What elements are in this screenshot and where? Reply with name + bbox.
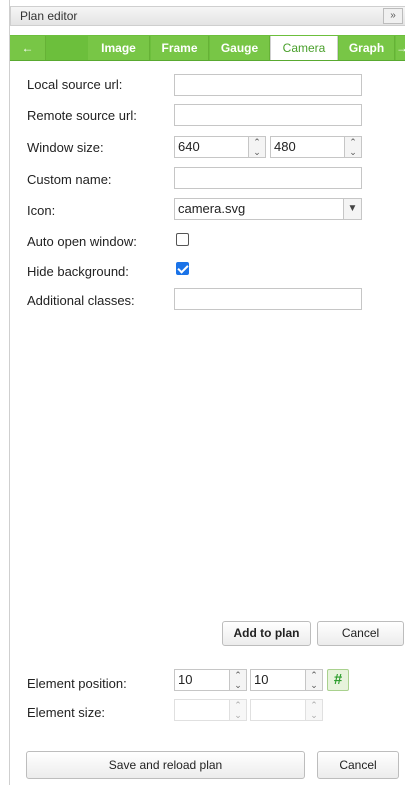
position-y-spin-buttons[interactable]: ⌃ ⌄ [305,670,322,690]
additional-classes-label: Additional classes: [27,293,135,308]
position-y-value: 10 [254,672,269,687]
remote-source-url-label: Remote source url: [27,108,137,123]
window-height-stepper[interactable]: 480 ⌃ ⌄ [270,136,362,158]
spin-down-icon[interactable]: ⌄ [230,680,246,690]
spin-down-icon[interactable]: ⌄ [230,710,246,720]
spin-up-icon[interactable]: ⌃ [249,137,265,147]
local-source-url-label: Local source url: [27,77,123,92]
save-and-reload-plan-button[interactable]: Save and reload plan [26,751,305,779]
spin-up-icon[interactable]: ⌃ [345,137,361,147]
hide-background-checkbox[interactable] [176,262,189,275]
icon-select-value: camera.svg [178,201,246,216]
position-y-stepper[interactable]: 10 ⌃ ⌄ [250,669,323,691]
window-width-stepper[interactable]: 640 ⌃ ⌄ [174,136,266,158]
tab-camera[interactable]: Camera [270,36,338,60]
spin-up-icon[interactable]: ⌃ [306,700,322,710]
custom-name-input[interactable] [174,167,362,189]
element-type-tabs: ← label Image Frame Gauge Camera Graph → [10,35,405,61]
cancel-button[interactable]: Cancel [317,621,404,646]
remote-source-url-input[interactable] [174,104,362,126]
panel-title: Plan editor [20,9,78,23]
icon-select[interactable]: camera.svg ▼ [174,198,362,220]
footer-cancel-button[interactable]: Cancel [317,751,399,779]
size-height-stepper[interactable]: ⌃ ⌄ [250,699,323,721]
spin-down-icon[interactable]: ⌄ [345,147,361,157]
auto-open-window-label: Auto open window: [27,234,137,249]
size-height-spin-buttons[interactable]: ⌃ ⌄ [305,700,322,720]
element-size-label: Element size: [27,705,106,720]
position-x-stepper[interactable]: 10 ⌃ ⌄ [174,669,247,691]
size-width-spin-buttons[interactable]: ⌃ ⌄ [229,700,246,720]
spin-up-icon[interactable]: ⌃ [230,670,246,680]
hide-background-label: Hide background: [27,264,129,279]
spin-up-icon[interactable]: ⌃ [230,700,246,710]
spin-down-icon[interactable]: ⌄ [306,710,322,720]
custom-name-label: Custom name: [27,172,112,187]
window-width-value: 640 [178,139,200,154]
collapse-icon[interactable]: » [383,8,403,24]
window-size-label: Window size: [27,140,104,155]
tab-gauge[interactable]: Gauge [210,36,270,60]
tab-graph[interactable]: Graph [339,36,395,60]
window-height-value: 480 [274,139,296,154]
position-x-spin-buttons[interactable]: ⌃ ⌄ [229,670,246,690]
spin-down-icon[interactable]: ⌄ [249,147,265,157]
size-width-stepper[interactable]: ⌃ ⌄ [174,699,247,721]
icon-label: Icon: [27,203,56,218]
tab-frame[interactable]: Frame [151,36,209,60]
window-width-spin-buttons[interactable]: ⌃ ⌄ [248,137,265,157]
window-height-spin-buttons[interactable]: ⌃ ⌄ [344,137,361,157]
position-x-value: 10 [178,672,193,687]
spin-down-icon[interactable]: ⌄ [306,680,322,690]
element-position-label: Element position: [27,676,127,691]
spin-up-icon[interactable]: ⌃ [306,670,322,680]
tabs-prev-arrow-icon[interactable]: ← [22,41,34,55]
tab-image[interactable]: Image [88,36,150,60]
local-source-url-input[interactable] [174,74,362,96]
additional-classes-input[interactable] [174,288,362,310]
add-to-plan-button[interactable]: Add to plan [222,621,311,646]
tabs-next-arrow-icon[interactable]: → [396,36,405,60]
panel-titlebar: Plan editor » [10,6,405,26]
auto-open-window-checkbox[interactable] [176,233,189,246]
plan-editor-panel: Plan editor » ← label Image Frame Gauge … [9,0,405,785]
chevron-down-icon[interactable]: ▼ [343,199,361,219]
grid-icon[interactable]: # [327,669,349,691]
tab-label[interactable]: ← label [10,36,46,60]
